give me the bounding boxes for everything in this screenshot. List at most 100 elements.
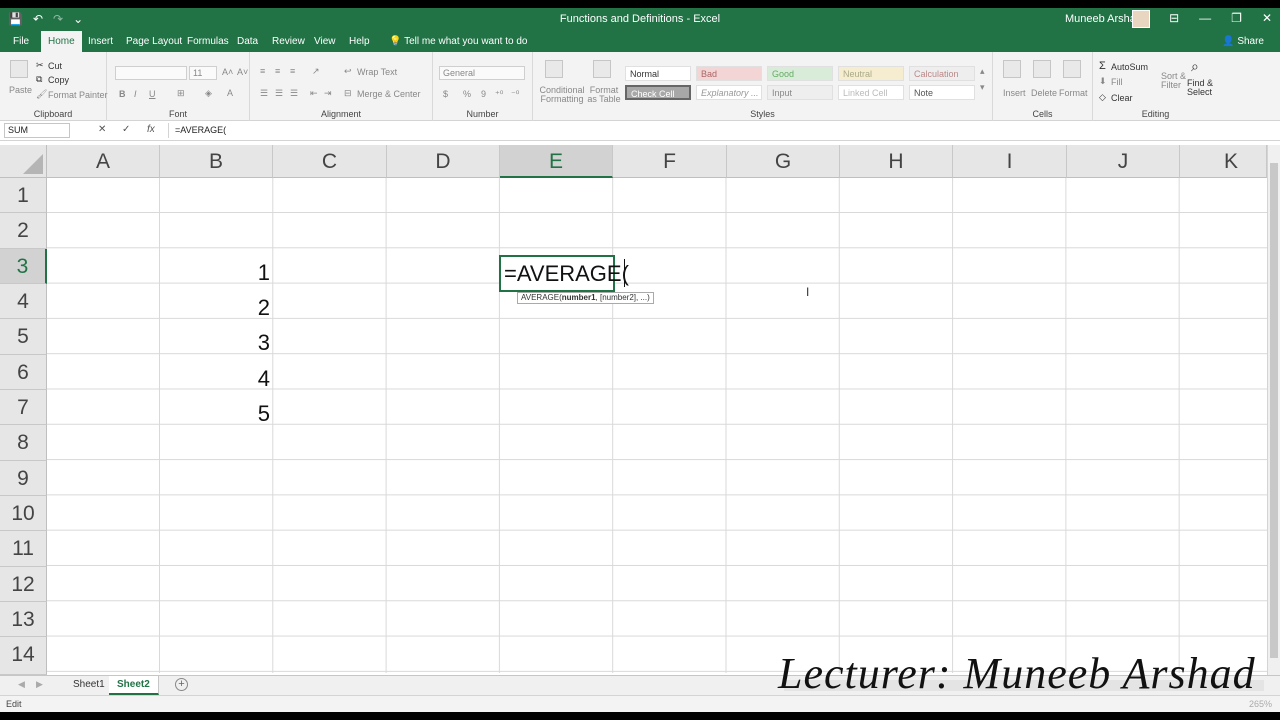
clear-button[interactable]: Clear [1111, 93, 1133, 103]
restore-button[interactable]: ❐ [1231, 11, 1242, 25]
column-header-i[interactable]: I [953, 145, 1067, 178]
align-bottom-icon[interactable]: ≡ [290, 66, 295, 76]
borders-icon[interactable]: ⊞ [177, 88, 185, 99]
paste-icon[interactable] [10, 60, 28, 78]
percent-button[interactable]: % [463, 89, 471, 99]
add-sheet-icon[interactable]: + [175, 678, 188, 691]
column-header-j[interactable]: J [1067, 145, 1180, 178]
increase-indent-icon[interactable]: ⇥ [324, 88, 332, 99]
grow-font-icon[interactable]: A˄ [222, 67, 233, 77]
wrap-icon[interactable]: ↩ [344, 66, 352, 77]
styles-scroll-down-icon[interactable]: ▾ [980, 82, 985, 93]
find-select-button[interactable]: Find & Select [1187, 79, 1217, 97]
fill-button[interactable]: Fill [1111, 77, 1123, 87]
insert-cells-button[interactable]: Insert [1003, 88, 1026, 98]
style-good[interactable]: Good [767, 66, 833, 81]
row-header-5[interactable]: 5 [0, 319, 47, 355]
wrap-text-button[interactable]: Wrap Text [357, 67, 397, 77]
row-header-12[interactable]: 12 [0, 567, 47, 602]
underline-button[interactable]: U [149, 89, 156, 99]
tab-home[interactable]: Home [41, 31, 82, 52]
font-name-select[interactable] [115, 66, 187, 80]
style-normal[interactable]: Normal [625, 66, 691, 81]
copy-button[interactable]: Copy [48, 75, 69, 85]
format-table-icon[interactable] [593, 60, 611, 78]
row-header-8[interactable]: 8 [0, 425, 47, 461]
ribbon-display-icon[interactable]: ⊟ [1169, 11, 1179, 25]
tab-view[interactable]: View [307, 31, 343, 52]
scissors-icon[interactable]: ✂ [36, 60, 44, 71]
orientation-icon[interactable]: ↗ [312, 66, 320, 77]
row-header-3[interactable]: 3 [0, 249, 47, 284]
tab-data[interactable]: Data [230, 31, 265, 52]
currency-button[interactable]: $ [443, 89, 448, 99]
enter-icon[interactable]: ✓ [122, 124, 130, 135]
row-header-2[interactable]: 2 [0, 213, 47, 249]
function-tooltip[interactable]: AVERAGE(number1, [number2], ...) [517, 292, 654, 304]
active-cell-e3[interactable]: =AVERAGE( [499, 255, 629, 292]
tab-help[interactable]: Help [342, 31, 377, 52]
decrease-decimal-icon[interactable]: ⁻⁰ [511, 89, 519, 100]
fill-icon[interactable]: ⬇ [1099, 76, 1107, 87]
magnifier-icon[interactable]: ⌕ [1191, 58, 1199, 75]
close-button[interactable]: ✕ [1262, 11, 1272, 25]
align-top-icon[interactable]: ≡ [260, 66, 265, 76]
column-header-f[interactable]: F [613, 145, 727, 178]
conditional-formatting-button[interactable]: Conditional Formatting [539, 86, 585, 104]
format-cells-icon[interactable] [1063, 60, 1081, 78]
font-color-icon[interactable]: A [227, 88, 233, 98]
row-header-6[interactable]: 6 [0, 355, 47, 390]
merge-center-button[interactable]: Merge & Center [357, 89, 421, 99]
fill-color-icon[interactable]: ◈ [205, 88, 212, 99]
column-header-e[interactable]: E [500, 145, 613, 178]
row-header-11[interactable]: 11 [0, 531, 47, 567]
format-painter-button[interactable]: Format Painter [48, 90, 108, 100]
column-header-a[interactable]: A [47, 145, 160, 178]
column-header-h[interactable]: H [840, 145, 953, 178]
comma-button[interactable]: 9 [481, 89, 486, 99]
style-input[interactable]: Input [767, 85, 833, 100]
row-header-9[interactable]: 9 [0, 461, 47, 496]
style-neutral[interactable]: Neutral [838, 66, 904, 81]
sheet-tab-sheet1[interactable]: Sheet1 [65, 676, 114, 695]
format-as-table-button[interactable]: Format as Table [585, 86, 623, 104]
decrease-indent-icon[interactable]: ⇤ [310, 88, 318, 99]
font-size-select[interactable]: 11 [189, 66, 217, 80]
zoom-level[interactable]: 265% [1249, 699, 1272, 709]
cell-b4[interactable]: 2 [160, 295, 270, 321]
style-explanatory[interactable]: Explanatory ... [696, 85, 762, 100]
sheet-tab-sheet2[interactable]: Sheet2 [109, 676, 159, 695]
avatar[interactable] [1132, 10, 1150, 28]
sheet-next-icon[interactable]: ▶ [36, 679, 43, 690]
delete-cells-button[interactable]: Delete [1031, 88, 1057, 98]
row-header-4[interactable]: 4 [0, 284, 47, 319]
formula-input[interactable]: =AVERAGE( [168, 123, 1276, 138]
cell-b3[interactable]: 1 [160, 260, 270, 286]
style-check-cell[interactable]: Check Cell [625, 85, 691, 100]
style-linked-cell[interactable]: Linked Cell [838, 85, 904, 100]
minimize-button[interactable]: — [1199, 11, 1211, 25]
vertical-scroll-thumb[interactable] [1270, 163, 1278, 658]
column-header-c[interactable]: C [273, 145, 387, 178]
sort-filter-button[interactable]: Sort & Filter [1161, 72, 1189, 90]
italic-button[interactable]: I [134, 89, 137, 99]
eraser-icon[interactable]: ◇ [1099, 92, 1106, 103]
style-note[interactable]: Note [909, 85, 975, 100]
align-center-icon[interactable]: ☰ [275, 88, 283, 99]
cell-b7[interactable]: 5 [160, 401, 270, 427]
column-header-g[interactable]: G [727, 145, 840, 178]
cancel-icon[interactable]: ✕ [98, 124, 106, 135]
name-box[interactable]: SUM [4, 123, 70, 138]
insert-function-icon[interactable]: fx [147, 124, 155, 135]
copy-icon[interactable]: ⧉ [36, 74, 42, 85]
column-header-d[interactable]: D [387, 145, 500, 178]
tab-review[interactable]: Review [265, 31, 312, 52]
tell-me-search[interactable]: 💡 Tell me what you want to do [382, 31, 534, 52]
number-format-select[interactable]: General [439, 66, 525, 80]
paste-button[interactable]: Paste [9, 85, 32, 95]
cell-b6[interactable]: 4 [160, 366, 270, 392]
tab-insert[interactable]: Insert [81, 31, 120, 52]
insert-cells-icon[interactable] [1003, 60, 1021, 78]
bold-button[interactable]: B [119, 89, 126, 99]
merge-icon[interactable]: ⊟ [344, 88, 352, 99]
